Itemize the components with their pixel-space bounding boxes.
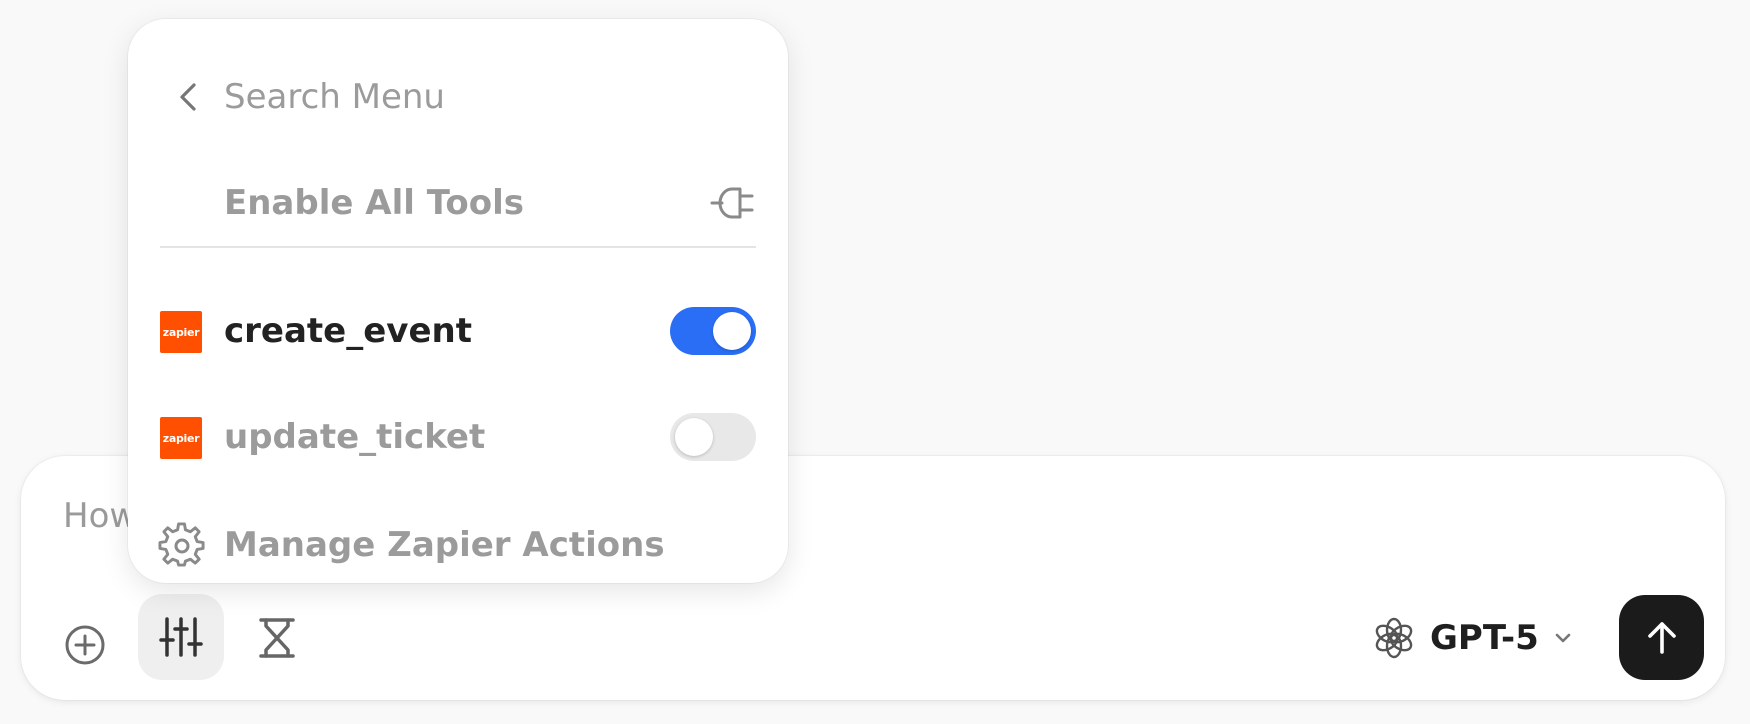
manage-zapier-actions-item[interactable]: Manage Zapier Actions [128, 503, 788, 587]
tool-item-create-event[interactable]: zapier create_event [128, 289, 788, 373]
toggle-knob [713, 312, 751, 350]
chevron-left-icon[interactable] [168, 75, 212, 119]
deep-research-button[interactable] [232, 598, 322, 678]
add-attachment-button[interactable] [38, 598, 132, 692]
enable-all-tools-item[interactable]: Enable All Tools [128, 161, 788, 245]
plug-icon [710, 187, 754, 219]
model-label: GPT-5 [1430, 618, 1539, 658]
openai-logo-icon [1375, 617, 1413, 659]
tool-name: update_ticket [224, 417, 486, 457]
enable-all-tools-label: Enable All Tools [224, 183, 525, 223]
manage-zapier-actions-label: Manage Zapier Actions [224, 525, 665, 565]
tool-name: create_event [224, 311, 472, 351]
tool-item-update-ticket[interactable]: zapier update_ticket [128, 395, 788, 479]
arrow-up-icon [1647, 621, 1676, 654]
chevron-down-icon [1555, 633, 1571, 643]
zapier-logo-text: zapier [162, 431, 200, 445]
model-selector[interactable]: GPT-5 [1372, 608, 1573, 668]
hourglass-icon [259, 618, 295, 658]
menu-search-row [128, 55, 788, 139]
menu-divider [160, 246, 756, 248]
gear-icon [158, 522, 205, 567]
menu-search-input[interactable] [224, 73, 704, 121]
toggle-knob [675, 418, 713, 456]
tools-menu: Enable All Tools zapier create_event zap… [128, 19, 788, 583]
zapier-logo-text: zapier [162, 325, 200, 339]
plus-circle-icon [65, 625, 105, 665]
tools-button[interactable] [138, 594, 224, 680]
tool-toggle-create-event[interactable] [670, 307, 756, 355]
tool-toggle-update-ticket[interactable] [670, 413, 756, 461]
send-button[interactable] [1619, 595, 1704, 680]
sliders-icon [159, 617, 203, 657]
zapier-logo: zapier [160, 311, 202, 353]
zapier-logo: zapier [160, 417, 202, 459]
